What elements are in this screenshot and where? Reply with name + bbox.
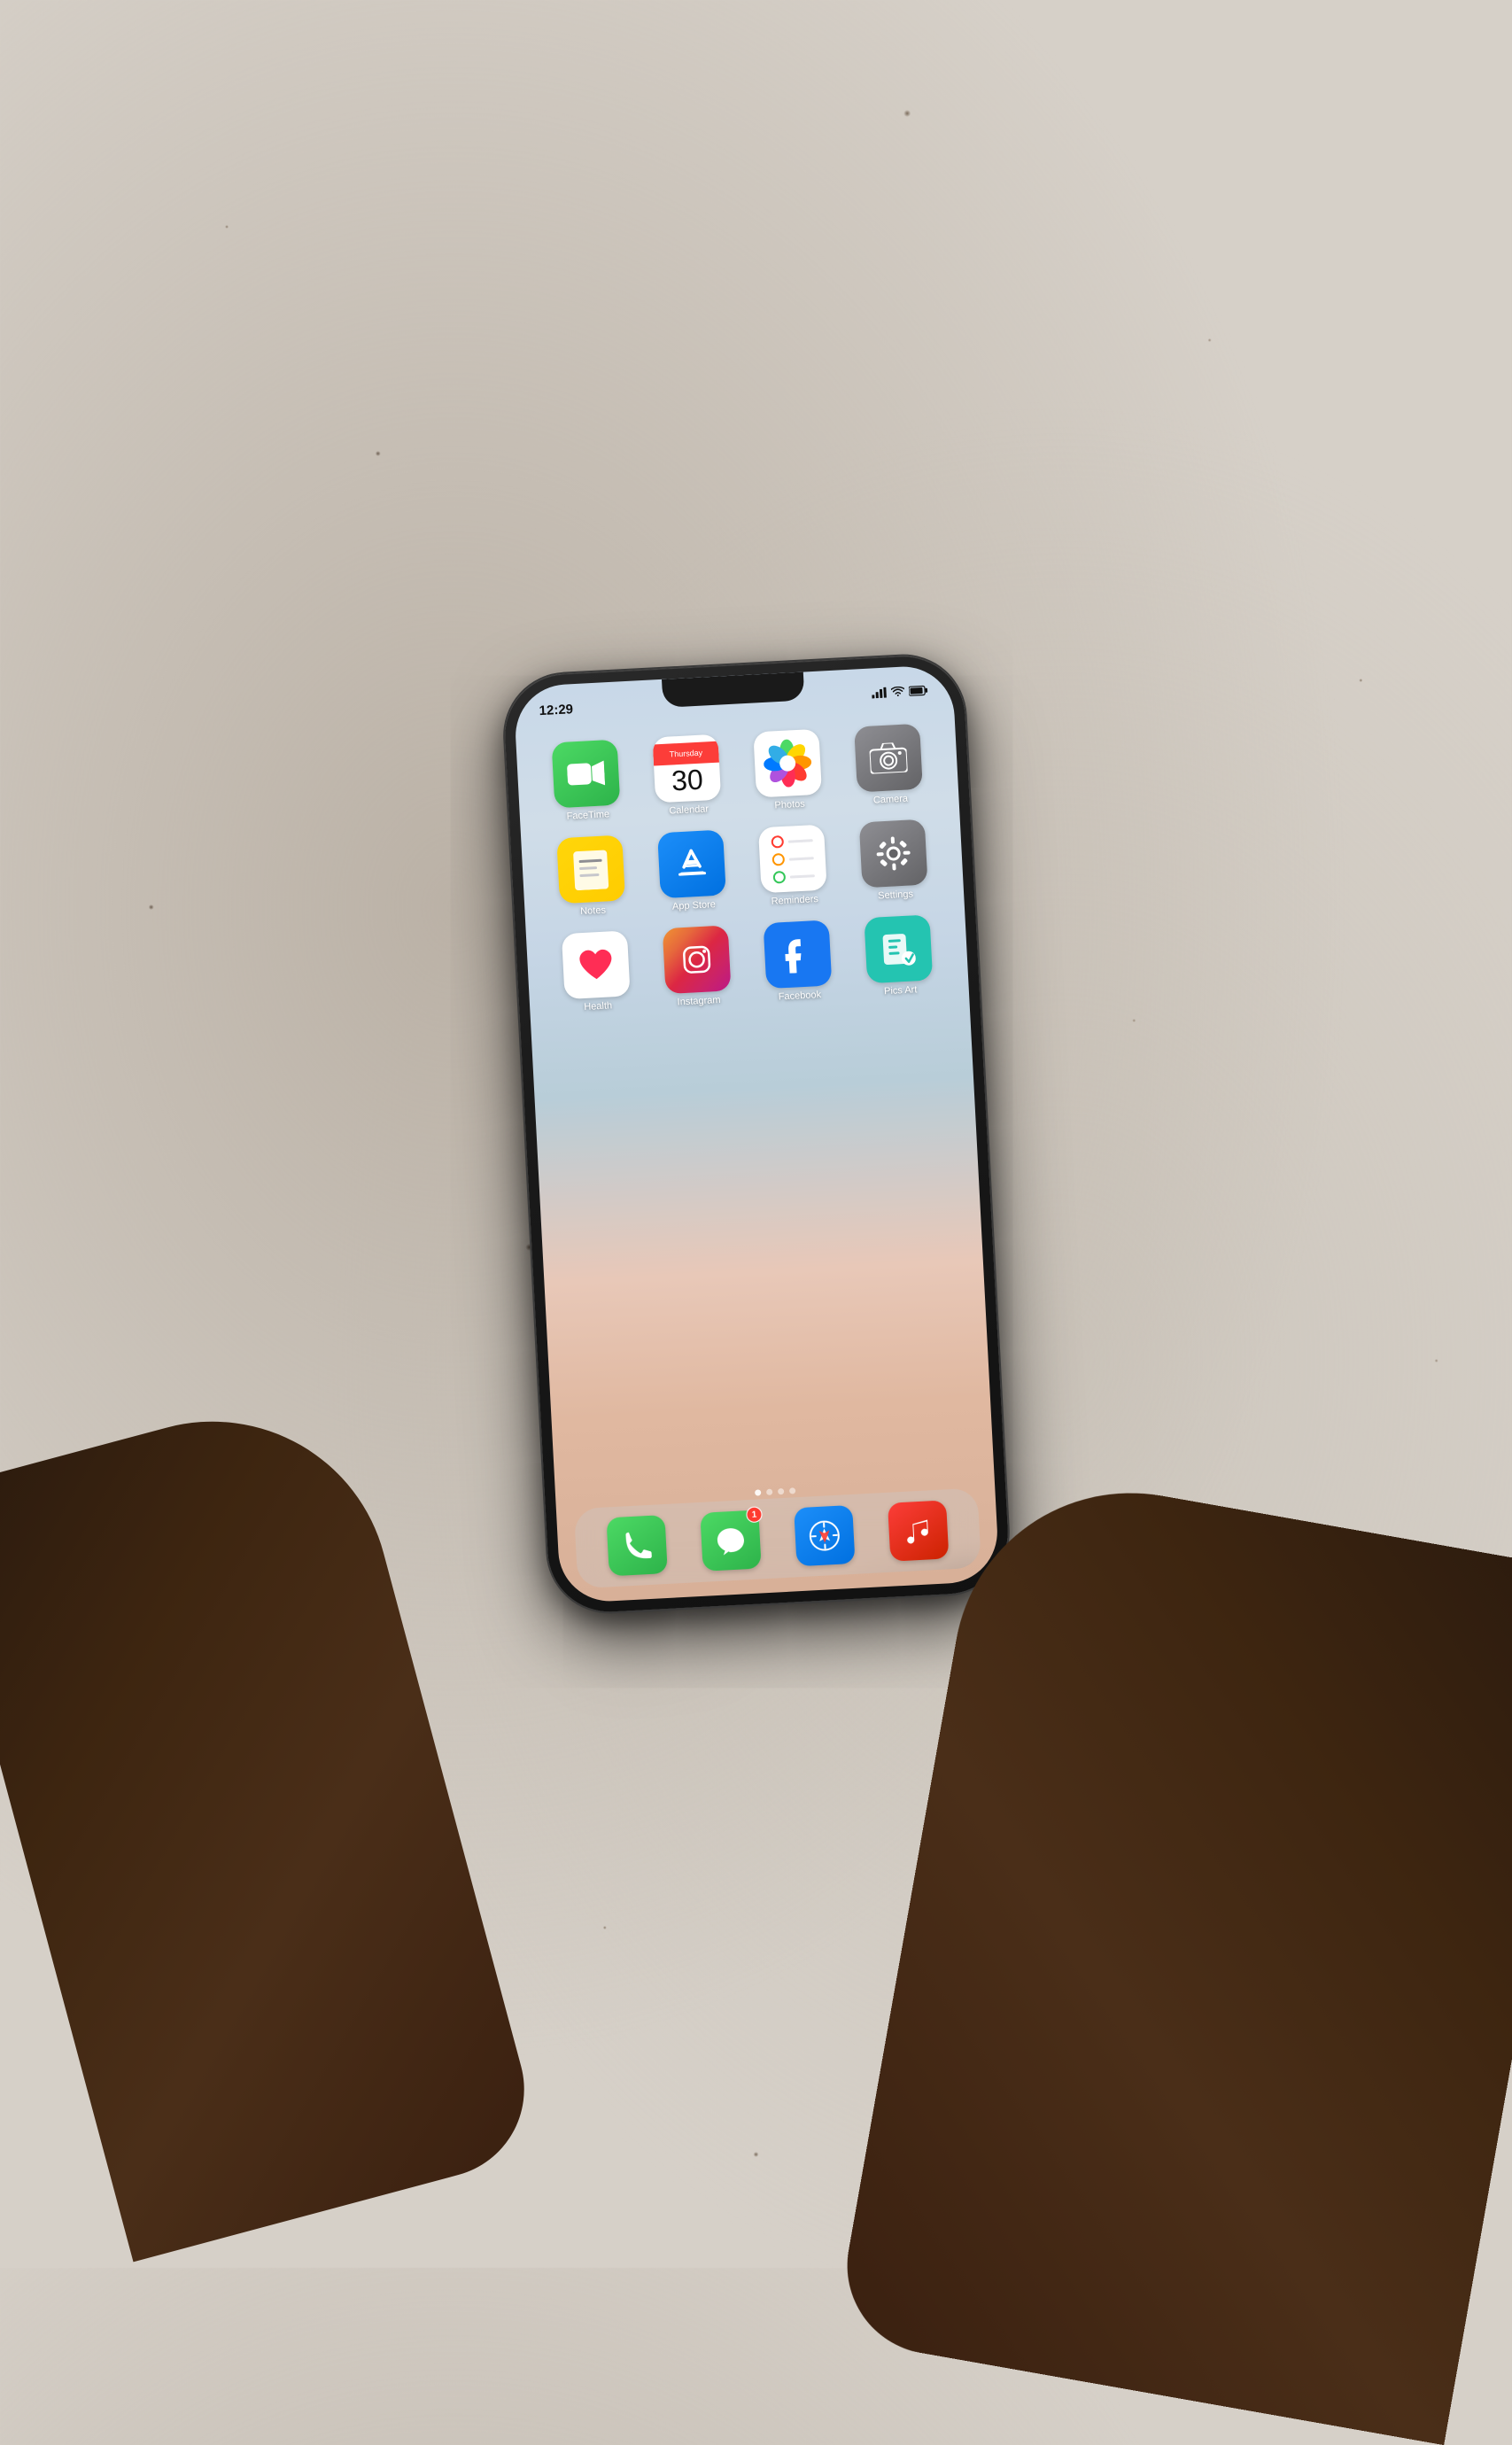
calendar-day-number: 30 (671, 765, 703, 796)
dock-phone[interactable] (606, 1515, 667, 1576)
dot-4 (788, 1487, 795, 1494)
picsart-icon (864, 914, 933, 983)
status-icons (871, 685, 928, 698)
instagram-label: Instagram (677, 995, 720, 1008)
app-reminders[interactable]: Reminders (743, 824, 841, 908)
music-dock-icon (888, 1500, 949, 1561)
dock-safari[interactable] (794, 1505, 855, 1566)
dock-music[interactable] (888, 1500, 949, 1561)
hand-right (834, 1465, 1512, 2445)
reminders-label: Reminders (771, 894, 818, 907)
phone-device: 12:29 (501, 653, 1011, 1615)
dot-3 (777, 1488, 783, 1494)
app-settings[interactable]: Settings (844, 819, 942, 903)
dock-messages[interactable]: 1 (700, 1510, 761, 1571)
facebook-icon (763, 920, 832, 989)
photos-icon (753, 729, 822, 798)
facetime-label: FaceTime (566, 809, 609, 822)
calendar-day-name: Thursday (652, 741, 718, 766)
hand-left (0, 1382, 544, 2263)
photos-label: Photos (774, 799, 805, 811)
instagram-icon (662, 925, 731, 994)
appstore-icon (657, 830, 726, 899)
app-appstore[interactable]: App Store (643, 829, 741, 913)
settings-label: Settings (877, 889, 912, 901)
phone-screen: 12:29 (513, 664, 1000, 1604)
camera-label: Camera (872, 794, 908, 806)
facetime-icon (551, 740, 620, 809)
app-camera[interactable]: Camera (840, 723, 938, 807)
app-instagram[interactable]: Instagram (647, 925, 746, 1009)
calendar-icon: Thursday 30 (652, 734, 721, 803)
phone-dock-icon (606, 1515, 667, 1576)
app-notes[interactable]: Notes (542, 834, 640, 919)
reminders-icon (757, 825, 826, 894)
health-icon (561, 930, 630, 999)
picsart-label: Pics Art (883, 984, 917, 997)
status-time: 12:29 (539, 702, 573, 718)
signal-icon (871, 687, 887, 699)
dot-2 (766, 1489, 772, 1495)
app-photos[interactable]: Photos (739, 728, 837, 812)
camera-icon (854, 724, 923, 793)
battery-icon (908, 685, 928, 696)
reminders-dots (763, 827, 822, 891)
app-calendar[interactable]: Thursday 30 Calendar (638, 734, 736, 818)
health-label: Health (584, 1000, 612, 1013)
app-facebook[interactable]: Facebook (748, 920, 847, 1004)
app-picsart[interactable]: Pics Art (849, 914, 948, 998)
calendar-label: Calendar (669, 803, 709, 816)
app-facetime[interactable]: FaceTime (537, 739, 635, 823)
notes-icon (556, 834, 625, 904)
notes-label: Notes (579, 905, 605, 917)
messages-badge: 1 (746, 1506, 763, 1523)
wifi-icon (890, 687, 904, 698)
dot-1 (755, 1489, 761, 1495)
facebook-label: Facebook (778, 990, 821, 1003)
app-grid: FaceTime Thursday 30 Calendar (516, 713, 969, 1025)
settings-icon (858, 819, 927, 889)
app-health[interactable]: Health (547, 930, 645, 1014)
safari-dock-icon (794, 1505, 855, 1566)
appstore-label: App Store (671, 899, 715, 912)
dock: 1 (573, 1488, 981, 1589)
